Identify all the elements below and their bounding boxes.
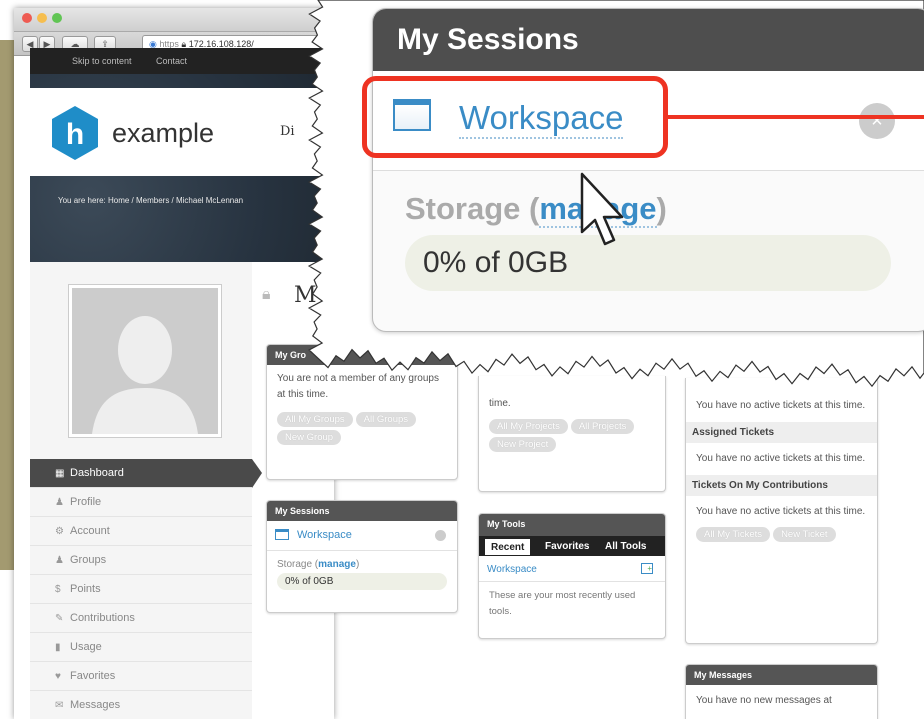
groups-icon: ♟ <box>55 555 64 566</box>
contrib-tickets-text: You have no active tickets at this time. <box>696 506 866 517</box>
sidebar-item-profile[interactable]: ♟ Profile <box>30 488 252 517</box>
sidebar-item-usage[interactable]: ▮ Usage <box>30 633 252 662</box>
points-icon: $ <box>55 584 61 595</box>
storage-manage-link[interactable]: manage <box>318 559 356 570</box>
session-workspace-link[interactable]: Workspace <box>297 529 352 541</box>
projects-all-my-projects-button[interactable]: All My Projects <box>489 419 568 434</box>
sidebar-item-groups[interactable]: ♟ Groups <box>30 546 252 575</box>
main-nav-fragment[interactable]: Di <box>280 124 295 139</box>
tools-note: These are your most recently used tools. <box>489 590 636 617</box>
zoomed-storage-meter: 0% of 0GB <box>405 235 891 291</box>
account-icon: ⚙ <box>55 526 64 537</box>
messages-module-title: My Messages <box>686 665 877 685</box>
sidebar-item-messages[interactable]: ✉ Messages <box>30 691 252 719</box>
hex-logo-icon[interactable]: h <box>52 106 98 160</box>
contributions-icon: ✎ <box>55 613 64 624</box>
groups-all-groups-button[interactable]: All Groups <box>355 412 417 427</box>
storage-label-line: Storage (manage) <box>277 559 360 570</box>
skip-to-content-link[interactable]: Skip to content <box>72 56 132 66</box>
session-close-icon[interactable] <box>435 530 446 541</box>
projects-buttons: All My Projects All Projects New Project <box>479 416 665 452</box>
contact-link[interactable]: Contact <box>156 56 187 66</box>
tickets-new-ticket-button[interactable]: New Ticket <box>773 527 836 542</box>
browser-titlebar <box>14 8 334 32</box>
sidebar-item-contributions[interactable]: ✎ Contributions <box>30 604 252 633</box>
tools-module: My Tools Recent Favorites All Tools Work… <box>478 513 666 639</box>
contrib-tickets-heading: Tickets On My Contributions <box>686 475 877 496</box>
sidebar-item-account[interactable]: ⚙ Account <box>30 517 252 546</box>
sidebar-item-label: Account <box>70 525 110 537</box>
screenshot-canvas: ◀ ▶ ☁ ⇪ ◉ https 🔒︎ 172.16.108.128/ Skip … <box>0 0 924 719</box>
zoom-window-icon[interactable] <box>52 13 62 23</box>
sidebar-item-label: Groups <box>70 554 107 566</box>
sidebar-item-label: Messages <box>70 699 121 711</box>
sidebar-item-label: Profile <box>70 496 102 508</box>
storage-meter: 0% of 0GB <box>277 573 447 590</box>
profile-icon: ♟ <box>55 497 64 508</box>
zoomed-close-session-icon[interactable]: × <box>859 103 895 139</box>
zoomed-sessions-title: My Sessions <box>373 9 924 71</box>
messages-empty-text: You have no new messages at <box>696 695 832 706</box>
tab-all-tools[interactable]: All Tools <box>605 541 646 552</box>
tickets-module: You have no active tickets at this time.… <box>685 378 878 644</box>
sidebar-item-points[interactable]: $ Points <box>30 575 252 604</box>
projects-all-projects-button[interactable]: All Projects <box>570 419 635 434</box>
tab-favorites[interactable]: Favorites <box>545 541 589 552</box>
sidebar-item-label: Contributions <box>70 612 135 624</box>
storage-label: Storage <box>277 559 313 570</box>
lock-icon: 🔒︎ <box>262 286 271 303</box>
tickets-buttons: All My Tickets New Ticket <box>686 524 877 542</box>
groups-all-my-groups-button[interactable]: All My Groups <box>277 412 353 427</box>
mouse-cursor-icon <box>580 172 624 246</box>
groups-new-group-button[interactable]: New Group <box>277 430 342 445</box>
utility-bar: Skip to content Contact <box>30 48 330 74</box>
zoomed-sessions-card: My Sessions Workspace × Storage (manage)… <box>372 8 924 332</box>
logo-bar: h example Di <box>30 88 330 176</box>
assigned-tickets-text: You have no active tickets at this time. <box>696 453 866 464</box>
callout-highlight-box <box>362 76 668 158</box>
logo-letter: h <box>66 118 84 151</box>
sidebar-item-dashboard[interactable]: ▦ Dashboard <box>30 459 262 488</box>
window-icon <box>275 529 289 540</box>
breadcrumb: You are here: Home / Members / Michael M… <box>58 196 244 205</box>
groups-buttons: All My Groups All Groups New Group <box>267 409 457 445</box>
close-window-icon[interactable] <box>22 13 32 23</box>
dashboard-icon: ▦ <box>55 468 65 479</box>
tickets-all-my-tickets-button[interactable]: All My Tickets <box>696 527 771 542</box>
zoomed-storage-label: Storage <box>405 191 521 226</box>
sessions-module-title: My Sessions <box>267 501 457 521</box>
tool-row[interactable]: Workspace + <box>479 556 665 582</box>
launch-tool-icon[interactable]: + <box>641 563 653 574</box>
sidebar-item-label: Favorites <box>70 670 116 682</box>
tab-recent[interactable]: Recent <box>485 539 531 555</box>
session-row[interactable]: Workspace <box>267 521 457 551</box>
logo-text[interactable]: example <box>112 118 214 149</box>
sidebar-item-label: Points <box>70 583 101 595</box>
projects-new-project-button[interactable]: New Project <box>489 437 557 452</box>
avatar-placeholder-icon <box>72 288 218 434</box>
tool-workspace-link[interactable]: Workspace <box>487 564 537 575</box>
member-sidebar: ▦ Dashboard ♟ Profile ⚙ Account ♟ Groups $ Points… <box>30 262 262 719</box>
tools-tabs: Recent Favorites All Tools <box>479 536 665 556</box>
callout-pointer-line <box>668 115 924 119</box>
sessions-module: My Sessions Workspace Storage (manage) 0… <box>266 500 458 613</box>
usage-icon: ▮ <box>55 642 61 653</box>
desktop-background <box>0 40 14 570</box>
minimize-window-icon[interactable] <box>37 13 47 23</box>
sidebar-item-favorites[interactable]: ♥ Favorites <box>30 662 252 691</box>
sidebar-item-label: Usage <box>70 641 102 653</box>
messages-icon: ✉ <box>55 700 64 711</box>
tools-module-title: My Tools <box>479 514 665 536</box>
messages-module: My Messages You have no new messages at <box>685 664 878 719</box>
avatar[interactable] <box>68 284 222 438</box>
site-header: Skip to content Contact h example Di You… <box>30 48 330 262</box>
active-item-arrow <box>252 459 262 488</box>
assigned-tickets-heading: Assigned Tickets <box>686 422 877 443</box>
favorites-icon: ♥ <box>55 671 61 682</box>
sidebar-item-label: Dashboard <box>70 467 124 479</box>
